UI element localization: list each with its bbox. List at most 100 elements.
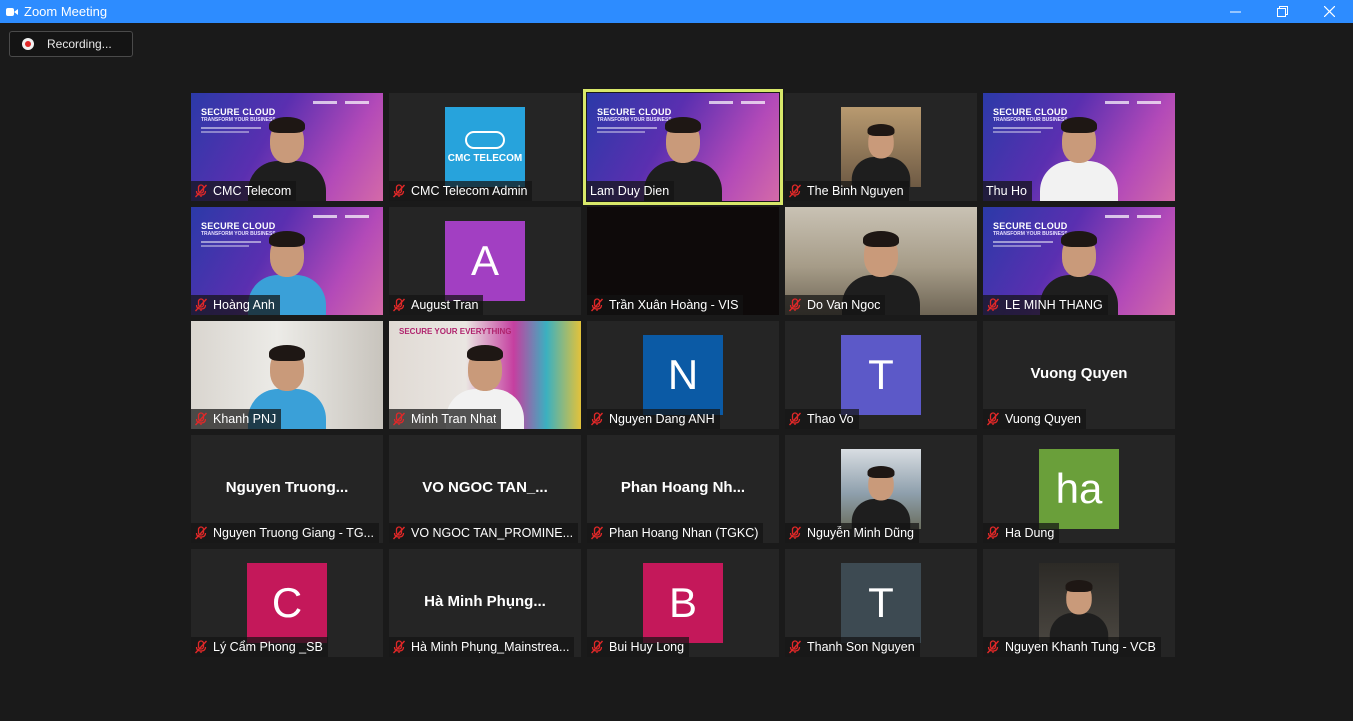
participant-name: Lý Cẩm Phong _SB xyxy=(213,640,323,654)
window-title: Zoom Meeting xyxy=(24,4,108,19)
participant-tile[interactable]: Trần Xuân Hoàng - VIS xyxy=(587,207,779,315)
participant-tile[interactable]: Hà Minh Phụng... Hà Minh Phụng_Mainstrea.… xyxy=(389,549,581,657)
participant-tile[interactable]: The Binh Nguyen xyxy=(785,93,977,201)
person-hair xyxy=(867,124,895,136)
muted-mic-icon xyxy=(194,526,208,540)
participant-name-label: Lam Duy Dien xyxy=(587,181,675,201)
participant-name: Nguyen Truong Giang - TG... xyxy=(213,526,374,540)
participant-name-label: Trần Xuân Hoàng - VIS xyxy=(587,295,744,315)
participant-name-label: Nguyen Truong Giang - TG... xyxy=(191,523,379,543)
participant-tile[interactable]: CMC TELECOM CMC Telecom Admin xyxy=(389,93,581,201)
participant-name: CMC Telecom xyxy=(213,184,292,198)
participant-tile[interactable]: Nguyen Khanh Tung - VCB xyxy=(983,549,1175,657)
participant-tile[interactable]: Nguyễn Minh Dũng xyxy=(785,435,977,543)
record-icon xyxy=(22,38,34,50)
participant-tile[interactable]: N Nguyen Dang ANH xyxy=(587,321,779,429)
participant-tile[interactable]: T Thanh Son Nguyen xyxy=(785,549,977,657)
participant-name-label: Thanh Son Nguyen xyxy=(785,637,920,657)
participant-tile[interactable]: Phan Hoang Nh... Phan Hoang Nhan (TGKC) xyxy=(587,435,779,543)
participant-display-name: Vuong Quyen xyxy=(1030,365,1128,382)
muted-mic-icon xyxy=(590,412,604,426)
profile-photo xyxy=(1039,563,1119,643)
participant-tile[interactable]: Vuong Quyen Vuong Quyen xyxy=(983,321,1175,429)
participant-tile[interactable]: Do Van Ngoc xyxy=(785,207,977,315)
recording-indicator[interactable]: Recording... xyxy=(9,31,133,57)
participant-tile[interactable]: SECURE YOUR EVERYTHING Minh Tran Nhat xyxy=(389,321,581,429)
participant-tile[interactable]: ha Ha Dung xyxy=(983,435,1175,543)
initials-avatar: C xyxy=(247,563,327,643)
participant-tile[interactable]: T Thao Vo xyxy=(785,321,977,429)
profile-photo-person xyxy=(1045,568,1113,643)
participant-name-label: Nguyen Dang ANH xyxy=(587,409,720,429)
participant-name: Nguyễn Minh Dũng xyxy=(807,526,915,540)
participant-name-label: CMC Telecom xyxy=(191,181,297,201)
participant-name-label: Nguyễn Minh Dũng xyxy=(785,523,920,543)
gallery-view: SECURE CLOUD TRANSFORM YOUR BUSINESS CMC T… xyxy=(191,89,1177,659)
participant-name: Do Van Ngoc xyxy=(807,298,881,312)
initials-avatar: N xyxy=(643,335,723,415)
window-controls xyxy=(1212,0,1353,23)
muted-mic-icon xyxy=(590,640,604,654)
muted-mic-icon xyxy=(788,298,802,312)
person-body xyxy=(1040,161,1118,201)
participant-display-name: Hà Minh Phụng... xyxy=(424,593,546,610)
profile-photo xyxy=(841,107,921,187)
participant-display-name: Phan Hoang Nh... xyxy=(620,479,746,496)
participant-name-label: CMC Telecom Admin xyxy=(389,181,533,201)
participant-name: Khanh PNJ xyxy=(213,412,277,426)
muted-mic-icon xyxy=(986,298,1000,312)
person-hair xyxy=(867,466,895,478)
participant-name: The Binh Nguyen xyxy=(807,184,904,198)
participant-tile[interactable]: Nguyen Truong... Nguyen Truong Giang - TG… xyxy=(191,435,383,543)
participant-name: Phan Hoang Nhan (TGKC) xyxy=(609,526,759,540)
profile-photo-person xyxy=(847,112,915,187)
participant-name-label: Minh Tran Nhat xyxy=(389,409,502,429)
person-hair xyxy=(863,231,899,247)
muted-mic-icon xyxy=(392,640,406,654)
participant-tile[interactable]: SECURE CLOUD TRANSFORM YOUR BUSINESS LE MI… xyxy=(983,207,1175,315)
participant-tile[interactable]: C Lý Cẩm Phong _SB xyxy=(191,549,383,657)
initials-avatar: B xyxy=(643,563,723,643)
participant-name-label: Khanh PNJ xyxy=(191,409,282,429)
muted-mic-icon xyxy=(986,412,1000,426)
banner-logo xyxy=(345,215,369,218)
muted-mic-icon xyxy=(590,298,604,312)
muted-mic-icon xyxy=(392,298,406,312)
title-bar: Zoom Meeting xyxy=(0,0,1353,23)
muted-mic-icon xyxy=(788,526,802,540)
participant-name: August Tran xyxy=(411,298,479,312)
restore-button[interactable] xyxy=(1259,0,1306,23)
minimize-button[interactable] xyxy=(1212,0,1259,23)
participant-name: Trần Xuân Hoàng - VIS xyxy=(609,298,739,312)
recording-label: Recording... xyxy=(47,37,112,51)
banner-logo xyxy=(345,101,369,104)
participant-tile[interactable]: SECURE CLOUD TRANSFORM YOUR BUSINESS Hoàng… xyxy=(191,207,383,315)
muted-mic-icon xyxy=(194,412,208,426)
participant-name: Thao Vo xyxy=(807,412,854,426)
company-logo: CMC TELECOM xyxy=(445,107,525,187)
participant-name: Nguyen Khanh Tung - VCB xyxy=(1005,640,1156,654)
participant-tile[interactable]: SECURE CLOUD TRANSFORM YOUR BUSINESS Thu H… xyxy=(983,93,1175,201)
participant-name: Minh Tran Nhat xyxy=(411,412,497,426)
muted-mic-icon xyxy=(788,640,802,654)
muted-mic-icon xyxy=(986,526,1000,540)
person-hair xyxy=(269,231,305,247)
close-button[interactable] xyxy=(1306,0,1353,23)
person-hair xyxy=(269,117,305,133)
muted-mic-icon xyxy=(392,184,406,198)
participant-tile[interactable]: A August Tran xyxy=(389,207,581,315)
participant-tile[interactable]: SECURE CLOUD TRANSFORM YOUR BUSINESS Lam D… xyxy=(583,89,783,205)
muted-mic-icon xyxy=(788,184,802,198)
initials-avatar: ha xyxy=(1039,449,1119,529)
person-hair xyxy=(467,345,503,361)
initials-avatar: T xyxy=(841,563,921,643)
muted-mic-icon xyxy=(788,412,802,426)
participant-tile[interactable]: SECURE CLOUD TRANSFORM YOUR BUSINESS CMC T… xyxy=(191,93,383,201)
participant-display-name: VO NGOC TAN_... xyxy=(422,479,548,496)
participant-name-label: The Binh Nguyen xyxy=(785,181,909,201)
participant-tile[interactable]: VO NGOC TAN_... VO NGOC TAN_PROMINE... xyxy=(389,435,581,543)
muted-mic-icon xyxy=(392,526,406,540)
participant-tile[interactable]: Khanh PNJ xyxy=(191,321,383,429)
muted-mic-icon xyxy=(392,412,406,426)
participant-tile[interactable]: B Bui Huy Long xyxy=(587,549,779,657)
